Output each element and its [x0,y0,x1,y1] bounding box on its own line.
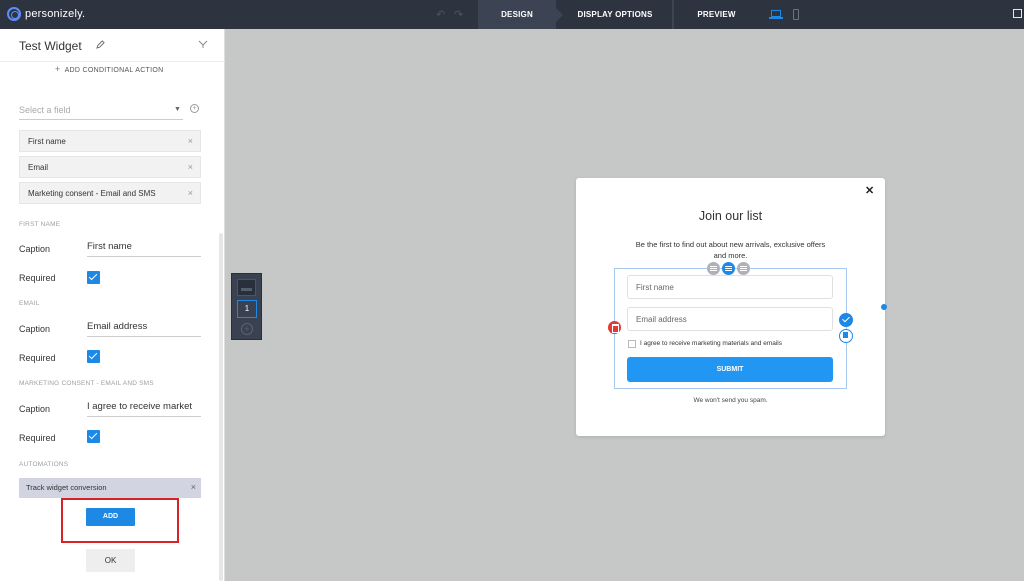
caption-input-marketing-consent[interactable]: I agree to receive market [87,400,201,417]
field-chip-label: Email [28,163,49,172]
select-field-dropdown[interactable]: Select a field [19,103,183,120]
caret-down-icon[interactable]: ▼ [174,106,181,113]
step-thumbnail[interactable] [237,279,256,296]
section-heading-automations: AUTOMATIONS [19,461,69,468]
delete-icon[interactable] [608,321,621,334]
ok-button[interactable]: OK [86,549,135,572]
caption-input-email[interactable]: Email address [87,320,201,337]
alignment-controls [707,262,750,275]
edit-pencil-icon[interactable] [96,40,105,49]
logo: personizely. [7,7,85,21]
caption-label: Caption [19,244,51,254]
field-chip-marketing-consent[interactable]: Marketing consent - Email and SMS × [19,182,201,204]
align-center-icon[interactable] [722,262,735,275]
settings-panel: Test Widget + ADD CONDITIONAL ACTION Sele… [0,29,225,581]
required-label: Required [19,273,56,283]
remove-icon[interactable]: × [188,162,193,172]
consent-checkbox[interactable] [628,340,636,348]
resize-handle[interactable] [881,304,887,310]
external-link-icon[interactable] [1013,9,1022,18]
redo-icon[interactable]: ↷ [454,8,463,21]
step-navigator: 1 + [231,273,262,340]
add-conditional-action-button[interactable]: + ADD CONDITIONAL ACTION [55,64,163,74]
section-heading-marketing-consent: MARKETING CONSENT - EMAIL AND SMS [19,380,154,387]
required-checkbox-email[interactable] [87,350,100,363]
field-chip-first-name[interactable]: First name × [19,130,201,152]
required-checkbox-first-name[interactable] [87,271,100,284]
collapse-icon[interactable] [198,40,208,48]
tab-display-options[interactable]: DISPLAY OPTIONS [563,0,667,29]
caption-label: Caption [19,404,51,414]
confirm-check-icon[interactable] [839,313,853,327]
submit-button[interactable]: SUBMIT [627,357,833,382]
no-spam-note[interactable]: We won't send you spam. [576,397,885,404]
required-label: Required [19,353,56,363]
desktop-view-icon[interactable] [769,10,783,19]
add-automation-button[interactable]: ADD [86,508,135,526]
add-conditional-label: ADD CONDITIONAL ACTION [64,67,164,74]
close-icon[interactable]: ✕ [865,184,874,197]
panel-divider [0,61,225,62]
undo-icon[interactable]: ↶ [436,8,445,21]
caption-label: Caption [19,324,51,334]
section-heading-email: EMAIL [19,300,40,307]
logo-text: personizely. [25,8,86,20]
align-left-icon[interactable] [707,262,720,275]
tab-design[interactable]: DESIGN [478,0,563,29]
plus-icon: + [55,64,61,74]
email-field[interactable]: Email address [627,307,833,331]
consent-label: I agree to receive marketing materials a… [640,340,782,347]
section-heading-first-name: FIRST NAME [19,221,61,228]
tab-preview[interactable]: PREVIEW [673,0,759,29]
duplicate-icon[interactable] [839,329,853,343]
remove-icon[interactable]: × [188,136,193,146]
step-number[interactable]: 1 [237,300,257,318]
field-chip-email[interactable]: Email × [19,156,201,178]
mobile-view-icon[interactable] [793,9,799,20]
automation-chip-track-conversion[interactable]: Track widget conversion × [19,478,201,498]
popup-subtitle[interactable]: Be the first to find out about new arriv… [634,239,827,261]
add-step-icon[interactable]: + [241,323,253,335]
field-chip-label: First name [28,137,66,146]
caption-input-first-name[interactable]: First name [87,240,201,257]
remove-icon[interactable]: × [191,482,196,492]
remove-icon[interactable]: × [188,188,193,198]
first-name-field[interactable]: First name [627,275,833,299]
widget-title: Test Widget [19,39,82,53]
add-field-icon[interactable]: + [190,104,199,113]
required-label: Required [19,433,56,443]
popup-title[interactable]: Join our list [576,209,885,223]
automation-label: Track widget conversion [26,483,107,492]
top-bar: personizely. ↶ ↷ DESIGN DISPLAY OPTIONS … [0,0,1024,29]
personizely-logo-icon [7,7,21,21]
field-chip-label: Marketing consent - Email and SMS [28,189,156,198]
panel-scrollbar[interactable] [219,233,223,581]
required-checkbox-marketing-consent[interactable] [87,430,100,443]
popup-preview[interactable]: ✕ Join our list Be the first to find out… [576,178,885,436]
align-right-icon[interactable] [737,262,750,275]
